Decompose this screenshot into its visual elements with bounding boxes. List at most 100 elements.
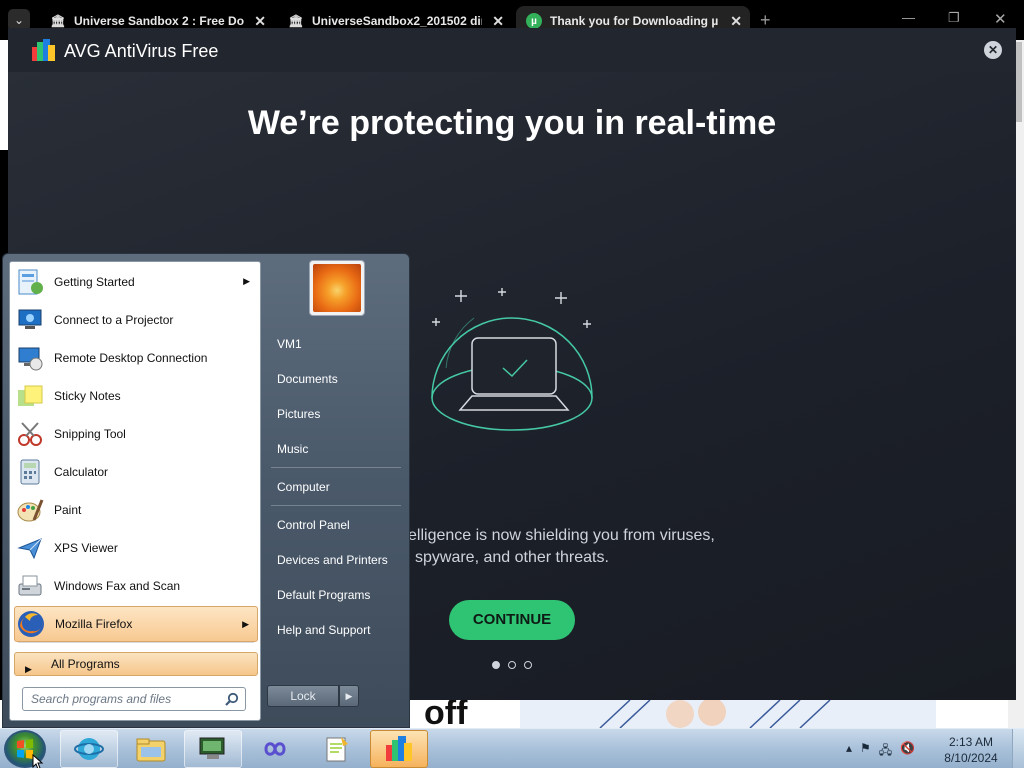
notepadpp-icon <box>326 737 348 762</box>
infinity-icon <box>264 742 286 756</box>
avg-headline: We’re protecting you in real-time <box>247 104 777 142</box>
clock-date: 8/10/2024 <box>944 751 998 765</box>
start-item-computer[interactable]: Computer <box>277 480 330 494</box>
window-close-icon[interactable]: ✕ <box>994 10 1007 28</box>
all-programs-label: All Programs <box>51 657 120 671</box>
pager-dot-2[interactable] <box>508 661 516 669</box>
utorrent-icon: µ <box>526 13 542 29</box>
avg-titlebar: AVG AntiVirus Free ✕ <box>8 28 1016 72</box>
show-desktop-button[interactable] <box>1012 729 1024 768</box>
restore-icon[interactable]: ❐ <box>948 10 960 26</box>
program-xps-viewer[interactable]: XPS Viewer <box>14 530 258 566</box>
start-right-divider <box>271 505 401 506</box>
program-connect-projector[interactable]: Connect to a Projector <box>14 302 258 338</box>
calculator-icon <box>14 456 46 488</box>
continue-button[interactable]: CONTINUE <box>449 600 575 640</box>
avg-window-title: AVG AntiVirus Free <box>64 41 219 61</box>
program-remote-desktop[interactable]: Remote Desktop Connection <box>14 340 258 376</box>
screen: { "browser": { "tabs": [ {"title": "Univ… <box>0 0 1024 768</box>
program-fax-scan[interactable]: Windows Fax and Scan <box>14 568 258 604</box>
start-menu: Getting Started ▶ Connect to a Projector… <box>2 253 410 728</box>
program-snipping-tool[interactable]: Snipping Tool <box>14 416 258 452</box>
start-item-devices-printers[interactable]: Devices and Printers <box>277 553 388 567</box>
all-programs-arrow-icon: ▶ <box>25 664 32 674</box>
volume-muted-icon[interactable]: 🔇 <box>900 741 915 762</box>
taskbar-vm-app[interactable] <box>184 730 242 768</box>
taskbar-avg[interactable] <box>370 730 428 768</box>
all-programs-button[interactable]: ▶ All Programs <box>14 652 258 676</box>
programs-divider <box>18 642 254 643</box>
vm-icon <box>199 737 225 759</box>
explorer-icon <box>136 738 166 762</box>
getting-started-icon <box>14 266 46 298</box>
tab-title: UniverseSandbox2_201502 dir <box>312 14 482 28</box>
start-right-divider <box>271 467 401 468</box>
network-icon[interactable]: 🖧 <box>879 741 892 762</box>
taskbar: ▴ ⚑ 🖧 🔇 2:13 AM 8/10/2024 <box>0 728 1024 768</box>
start-item-vm1[interactable]: VM1 <box>277 337 302 351</box>
museum-icon: 🏛 <box>50 14 66 28</box>
start-item-pictures[interactable]: Pictures <box>277 407 320 421</box>
museum-icon: 🏛 <box>288 14 304 28</box>
ie-icon <box>74 738 104 760</box>
start-search-input[interactable]: Search programs and files <box>22 687 246 711</box>
program-label: Connect to a Projector <box>54 313 174 327</box>
user-avatar[interactable] <box>309 260 365 316</box>
show-hidden-icons-icon[interactable]: ▴ <box>846 741 852 762</box>
taskbar-explorer[interactable] <box>122 730 180 768</box>
system-clock[interactable]: 2:13 AM 8/10/2024 <box>935 734 1007 766</box>
paint-icon <box>14 494 46 526</box>
program-firefox[interactable]: Mozilla Firefox ▶ <box>14 606 258 642</box>
program-calculator[interactable]: Calculator <box>14 454 258 490</box>
avg-description-line1: elligence is now shielding you from viru… <box>408 527 715 544</box>
protected-laptop-illustration <box>431 288 593 431</box>
lock-button[interactable]: Lock <box>267 685 339 707</box>
tab-title: Thank you for Downloading µ <box>550 14 719 28</box>
flower-picture <box>313 264 361 312</box>
submenu-arrow-icon: ▶ <box>243 276 250 286</box>
avg-description-line2: spyware, and other threats. <box>415 549 609 566</box>
program-label: Mozilla Firefox <box>55 617 133 631</box>
sticky-notes-icon <box>14 380 46 412</box>
program-paint[interactable]: Paint <box>14 492 258 528</box>
start-item-documents[interactable]: Documents <box>277 372 338 386</box>
taskbar-notepadpp[interactable] <box>308 730 366 768</box>
taskbar-infinity-app[interactable] <box>246 730 304 768</box>
mouse-cursor-icon <box>32 754 44 768</box>
snipping-tool-icon <box>14 418 46 450</box>
minimize-icon[interactable]: — <box>902 10 915 25</box>
program-getting-started[interactable]: Getting Started ▶ <box>14 264 258 300</box>
system-tray: ▴ ⚑ 🖧 🔇 <box>846 741 915 762</box>
search-icon[interactable] <box>225 692 239 706</box>
program-label: Paint <box>54 503 82 517</box>
taskbar-ie[interactable] <box>60 730 118 768</box>
submenu-arrow-icon: ▶ <box>242 619 249 629</box>
avg-close-button[interactable]: ✕ <box>984 41 1002 59</box>
program-label: Windows Fax and Scan <box>54 579 181 593</box>
clock-time: 2:13 AM <box>948 735 994 749</box>
program-label: Getting Started <box>54 275 135 289</box>
action-center-flag-icon[interactable]: ⚑ <box>860 741 871 762</box>
xps-viewer-icon <box>14 532 46 564</box>
program-sticky-notes[interactable]: Sticky Notes <box>14 378 258 414</box>
pager-dot-1[interactable] <box>492 661 500 669</box>
projector-icon <box>14 304 46 336</box>
shutdown-options-arrow-icon[interactable]: ▶ <box>339 685 359 707</box>
program-label: Remote Desktop Connection <box>54 351 208 365</box>
program-label: Sticky Notes <box>54 389 121 403</box>
page-banner-image <box>520 700 936 728</box>
start-item-music[interactable]: Music <box>277 442 308 456</box>
pager-dot-3[interactable] <box>524 661 532 669</box>
program-label: XPS Viewer <box>54 541 118 555</box>
search-placeholder: Search programs and files <box>31 692 172 706</box>
remote-desktop-icon <box>14 342 46 374</box>
pager-dots <box>492 661 532 669</box>
start-item-control-panel[interactable]: Control Panel <box>277 518 350 532</box>
avg-logo-icon <box>32 39 55 61</box>
avg-description: elligence is now shielding you from viru… <box>408 525 715 569</box>
start-item-default-programs[interactable]: Default Programs <box>277 588 370 602</box>
program-label: Snipping Tool <box>54 427 126 441</box>
start-item-help-support[interactable]: Help and Support <box>277 623 370 637</box>
program-label: Calculator <box>54 465 109 479</box>
tab-title: Universe Sandbox 2 : Free Dow <box>74 14 244 28</box>
